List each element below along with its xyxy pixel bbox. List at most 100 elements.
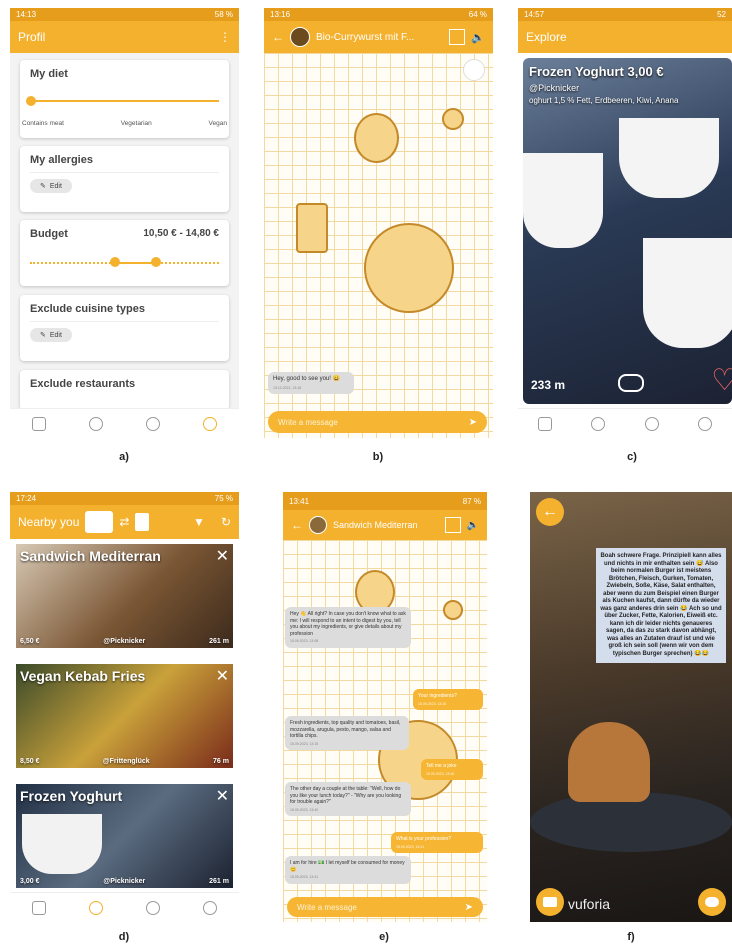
message-input[interactable]: Write a message ➤ — [287, 897, 483, 917]
yoghurt-cup — [22, 814, 102, 874]
tile-footer: 8,50 € @Frittenglück 76 m — [20, 758, 229, 765]
close-icon[interactable]: ✕ — [216, 546, 229, 566]
chat-bubble-button[interactable] — [698, 888, 726, 916]
cookie-doodle — [354, 113, 399, 163]
location-icon[interactable] — [88, 416, 103, 431]
speaker-icon[interactable]: 🔈 — [471, 31, 485, 44]
allergies-edit-label: Edit — [49, 182, 62, 190]
send-icon[interactable]: ➤ — [465, 902, 473, 913]
profile-icon[interactable] — [203, 900, 218, 915]
refresh-icon[interactable]: ↻ — [221, 515, 231, 529]
caption-d: d) — [118, 931, 130, 943]
status-bar: 14:57 52 — [518, 8, 732, 21]
burger-character[interactable] — [568, 722, 650, 802]
profile-icon[interactable] — [698, 416, 713, 431]
qr-code-icon[interactable] — [449, 29, 466, 45]
app-bar: Profil ⋮ — [10, 21, 239, 53]
chat-message: Tell me a joke 15.09.2023, 13:40 — [421, 759, 483, 781]
message-text: Hey 👋 All right? In case you don't know … — [290, 611, 406, 637]
screen-f-ar: ← Boah schwere Frage. Prinzipiell kann a… — [530, 492, 732, 922]
close-icon[interactable]: ✕ — [216, 786, 229, 806]
map-icon[interactable] — [31, 900, 46, 915]
bot-icon[interactable] — [463, 59, 485, 81]
tile-user: @Picknicker — [103, 638, 146, 645]
send-icon[interactable]: ➤ — [469, 417, 477, 428]
allergies-edit-button[interactable]: ✎ Edit — [30, 179, 72, 193]
diet-label: My diet — [30, 68, 68, 80]
tile-title: Frozen Yoghurt — [20, 788, 123, 804]
bottom-nav — [518, 408, 732, 438]
diet-slider-thumb[interactable] — [26, 96, 36, 106]
restaurants-card: Exclude restaurants — [20, 370, 229, 410]
message-time: 13.12.2021, 13:16 — [273, 385, 302, 390]
vuforia-watermark: vuforia — [568, 896, 611, 912]
status-bar: 13:16 64 % — [264, 8, 493, 21]
food-tile[interactable]: Vegan Kebab Fries ✕ 8,50 € @Frittenglück… — [16, 664, 233, 768]
cuisine-edit-button[interactable]: ✎ Edit — [30, 328, 72, 342]
chat-bot-icon[interactable] — [618, 374, 644, 392]
item-user[interactable]: @Picknicker — [529, 83, 579, 93]
message-time: 15.09.2023, 13:08 — [290, 639, 319, 643]
back-arrow-icon[interactable]: ← — [291, 518, 303, 532]
allergies-card: My allergies ✎ Edit — [20, 146, 229, 212]
food-tile[interactable]: Frozen Yoghurt ✕ 3,00 € @Picknicker 261 … — [16, 784, 233, 888]
page-title: Profil — [18, 30, 46, 44]
budget-max-thumb[interactable] — [151, 257, 161, 267]
budget-slider-range — [116, 262, 156, 264]
location-icon[interactable] — [591, 416, 606, 431]
speaker-icon[interactable]: 🔈 — [467, 520, 479, 531]
screen-b-chat: 13:16 64 % ← Bio-Currywurst mit F... 🔈 H… — [264, 8, 493, 438]
heart-icon[interactable]: ♡ — [711, 363, 732, 398]
tile-title: Vegan Kebab Fries — [20, 668, 146, 684]
close-icon[interactable]: ✕ — [216, 666, 229, 686]
message-time: 15.09.2023, 13:15 — [418, 701, 447, 706]
caption-f: f) — [627, 931, 635, 943]
bottom-nav — [10, 408, 239, 438]
map-icon[interactable] — [537, 416, 552, 431]
chat-message: Fresh ingredients, top quality and tomat… — [285, 716, 409, 751]
chat-icon[interactable] — [146, 416, 161, 431]
caption-b: b) — [372, 451, 384, 463]
status-battery: 64 % — [468, 10, 487, 19]
screen-e-chat: 13:41 87 % ← Sandwich Mediterran 🔈 Hey 👋… — [283, 492, 487, 922]
app-bar: Explore — [518, 21, 732, 53]
status-bar: 14:13 58 % — [10, 8, 239, 21]
speech-bubble: Boah schwere Frage. Prinzipiell kann all… — [596, 548, 726, 663]
tile-user: @Frittenglück — [102, 758, 150, 765]
diet-min-label: Contains meat — [22, 120, 64, 127]
profile-icon[interactable] — [203, 416, 218, 431]
page-title: Nearby you — [18, 515, 80, 529]
status-battery: 58 % — [214, 10, 233, 19]
chat-icon[interactable] — [644, 416, 659, 431]
back-button[interactable]: ← — [536, 498, 564, 526]
item-ingredients: oghurt 1,5 % Fett, Erdbeeren, Kiwi, Anan… — [529, 96, 679, 105]
back-arrow-icon[interactable]: ← — [272, 30, 284, 44]
app-bar: ← Sandwich Mediterran 🔈 — [283, 510, 487, 540]
explore-photo[interactable]: Frozen Yoghurt 3,00 € @Picknicker oghurt… — [523, 58, 732, 404]
screen-d-nearby: 17:24 75 % Nearby you ⇄ ▼ ↻ Sandwich Med… — [10, 492, 239, 922]
message-time: 15.09.2023, 13:40 — [426, 771, 455, 776]
status-battery: 75 % — [214, 494, 233, 503]
tile-distance: 261 m — [209, 638, 229, 645]
food-tile[interactable]: Sandwich Mediterran ✕ 6,50 € @Picknicker… — [16, 544, 233, 648]
cards-icon — [85, 511, 114, 533]
ar-icon[interactable] — [444, 517, 461, 533]
diet-slider-track[interactable] — [30, 100, 219, 102]
avatar — [290, 27, 310, 47]
camera-button[interactable] — [536, 888, 564, 916]
status-bar: 13:41 87 % — [283, 492, 487, 510]
message-time: 15.09.2023, 13:41 — [290, 875, 319, 879]
message-time: 15.09.2023, 13:41 — [396, 844, 425, 849]
location-icon[interactable] — [88, 900, 103, 915]
budget-min-thumb[interactable] — [110, 257, 120, 267]
message-input[interactable]: Write a message ➤ — [268, 411, 487, 433]
swap-icon: ⇄ — [119, 515, 130, 529]
more-vert-icon[interactable]: ⋮ — [219, 30, 231, 44]
tile-user: @Picknicker — [103, 878, 146, 885]
pencil-icon: ✎ — [40, 183, 46, 190]
map-icon[interactable] — [31, 416, 46, 431]
map-pin-icon — [135, 513, 150, 531]
bottom-nav — [10, 892, 239, 922]
filter-icon[interactable]: ▼ — [193, 515, 205, 529]
chat-icon[interactable] — [146, 900, 161, 915]
